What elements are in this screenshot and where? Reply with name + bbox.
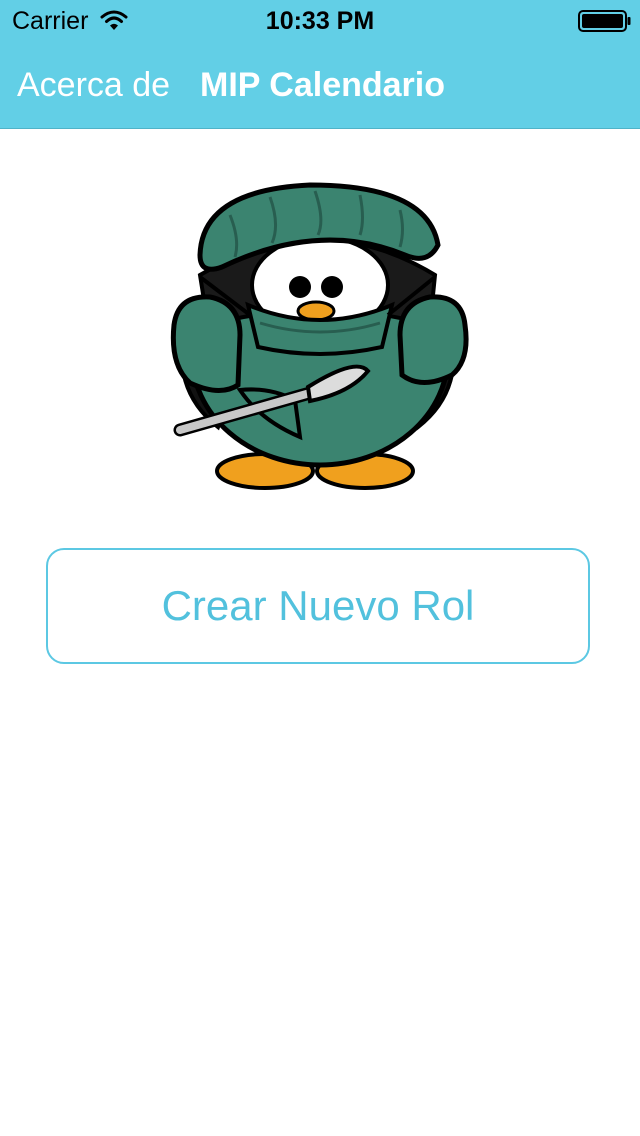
battery-icon — [578, 10, 631, 32]
penguin-surgeon-icon — [170, 182, 469, 490]
nav-title: MIP Calendario — [200, 66, 445, 104]
top-bar: Carrier 10:33 PM Acerca de MIP Calendari… — [0, 0, 640, 129]
about-back-button[interactable]: Acerca de — [17, 65, 170, 105]
navigation-bar: Acerca de MIP Calendario — [0, 40, 640, 128]
create-new-role-button[interactable]: Crear Nuevo Rol — [46, 548, 590, 664]
app-screen: Carrier 10:33 PM Acerca de MIP Calendari… — [0, 0, 640, 1136]
status-time: 10:33 PM — [265, 7, 375, 35]
status-bar: Carrier 10:33 PM — [0, 0, 640, 40]
